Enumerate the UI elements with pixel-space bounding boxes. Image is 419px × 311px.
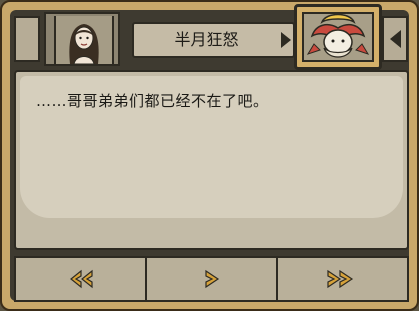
moon-goddess-portrait-icon bbox=[302, 12, 374, 62]
listener-portrait-slot bbox=[44, 12, 120, 66]
back-button[interactable] bbox=[14, 256, 147, 302]
left-tab[interactable] bbox=[14, 16, 40, 62]
double-arrow-left-icon bbox=[69, 269, 93, 289]
chevron-right-icon bbox=[281, 32, 291, 48]
double-arrow-right-icon bbox=[326, 269, 353, 289]
speaker-name-plate[interactable]: 半月狂怒 bbox=[132, 22, 295, 58]
dialogue-window: 半月狂怒 ……哥哥弟弟们都已经不在了吧。 bbox=[0, 0, 419, 311]
arrow-right-icon bbox=[204, 269, 219, 289]
playback-controls bbox=[14, 256, 409, 302]
fast-forward-button[interactable] bbox=[278, 256, 409, 302]
collapse-tab[interactable] bbox=[382, 16, 408, 62]
chevron-left-icon bbox=[390, 30, 401, 48]
next-button[interactable] bbox=[147, 256, 278, 302]
speaker-name: 半月狂怒 bbox=[174, 30, 239, 49]
female-portrait-icon bbox=[54, 16, 114, 65]
dialogue-box[interactable]: ……哥哥弟弟们都已经不在了吧。 bbox=[14, 70, 409, 250]
speaker-portrait-frame bbox=[294, 4, 382, 70]
dialogue-text: ……哥哥弟弟们都已经不在了吧。 bbox=[36, 92, 269, 110]
